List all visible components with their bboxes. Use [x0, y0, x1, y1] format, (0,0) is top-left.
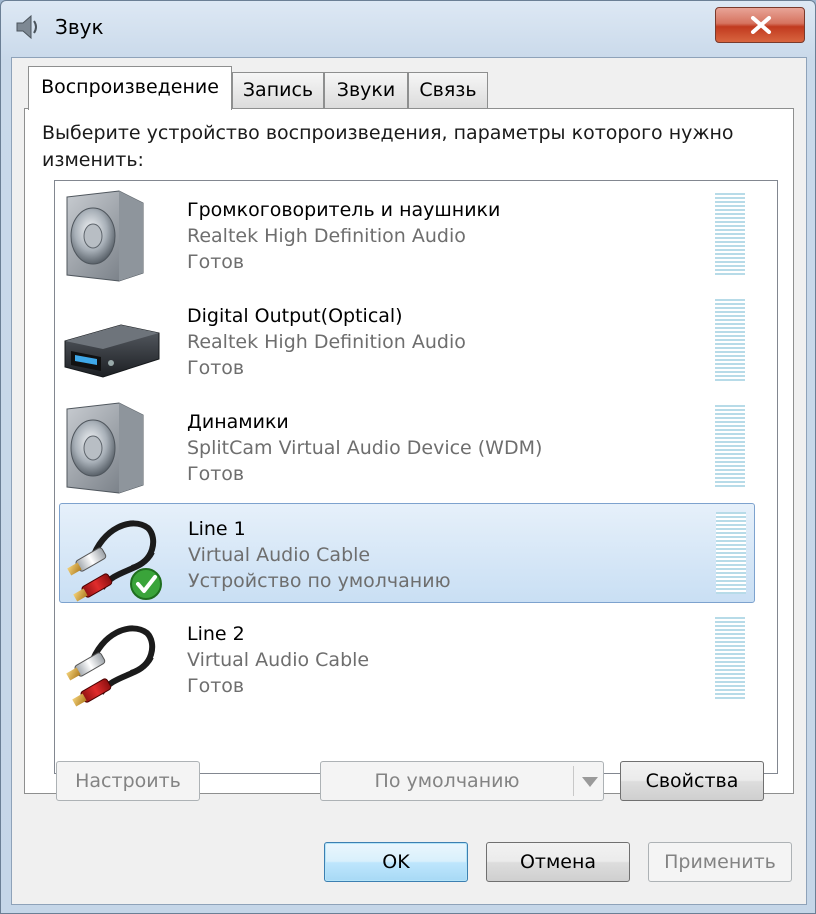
level-meter [715, 299, 745, 381]
tab-playback[interactable]: Воспроизведение [28, 66, 232, 110]
close-button[interactable] [715, 7, 805, 43]
rca-cable-icon [67, 520, 162, 602]
device-driver: SplitCam Virtual Audio Device (WDM) [187, 437, 543, 459]
device-status: Устройство по умолчанию [188, 570, 451, 592]
apply-button[interactable]: Применить [648, 842, 792, 882]
speaker-icon [66, 402, 144, 494]
chevron-down-icon[interactable] [581, 776, 599, 788]
sound-dialog: Звук Воспроизведение Запись Звуки Связь … [0, 0, 816, 914]
split-divider [573, 766, 574, 796]
level-meter [715, 193, 745, 275]
properties-button[interactable]: Свойства [620, 761, 764, 801]
device-status: Готов [187, 463, 245, 485]
device-status: Готов [187, 251, 245, 273]
cancel-button[interactable]: Отмена [486, 842, 630, 882]
device-name: Line 1 [188, 518, 246, 540]
device-status: Готов [187, 675, 245, 697]
device-driver: Realtek High Definition Audio [187, 225, 466, 247]
title-bar[interactable]: Звук [1, 1, 815, 51]
device-driver: Realtek High Definition Audio [187, 331, 466, 353]
device-name: Digital Output(Optical) [187, 305, 403, 327]
instructions-text: Выберите устройство воспроизведения, пар… [42, 122, 734, 171]
digital-receiver-icon [64, 324, 160, 378]
device-item-line-1[interactable]: Line 1 Virtual Audio Cable Устройство по… [59, 503, 755, 603]
close-icon [751, 16, 771, 34]
device-name: Динамики [187, 411, 289, 433]
ok-button[interactable]: OK [324, 842, 468, 882]
set-default-split-button[interactable]: По умолчанию [320, 761, 604, 801]
device-item-line-2[interactable]: Line 2 Virtual Audio Cable Готов [59, 609, 755, 709]
device-item-speakers-headphones[interactable]: Громкоговоритель и наушники Realtek High… [59, 185, 755, 285]
set-default-label: По умолчанию [374, 770, 520, 792]
level-meter [715, 617, 745, 699]
speaker-icon [66, 190, 144, 282]
sound-app-icon [16, 14, 37, 40]
device-item-digital-output[interactable]: Digital Output(Optical) Realtek High Def… [59, 291, 755, 391]
device-item-dynamics[interactable]: Динамики SplitCam Virtual Audio Device (… [59, 397, 755, 497]
dialog-client-area: Воспроизведение Запись Звуки Связь Выбер… [11, 57, 807, 905]
tab-sounds[interactable]: Звуки [324, 72, 408, 108]
window-title: Звук [55, 15, 104, 39]
level-meter [716, 512, 746, 594]
tab-recording[interactable]: Запись [232, 72, 324, 108]
device-name: Line 2 [187, 623, 245, 645]
playback-device-list[interactable]: Громкоговоритель и наушники Realtek High… [54, 180, 778, 774]
device-name: Громкоговоритель и наушники [187, 199, 501, 221]
rca-cable-icon [66, 625, 156, 707]
tab-communications[interactable]: Связь [408, 72, 488, 108]
device-driver: Virtual Audio Cable [187, 649, 370, 671]
device-status: Готов [187, 357, 245, 379]
configure-button[interactable]: Настроить [56, 761, 200, 801]
device-driver: Virtual Audio Cable [188, 544, 371, 566]
level-meter [715, 405, 745, 487]
